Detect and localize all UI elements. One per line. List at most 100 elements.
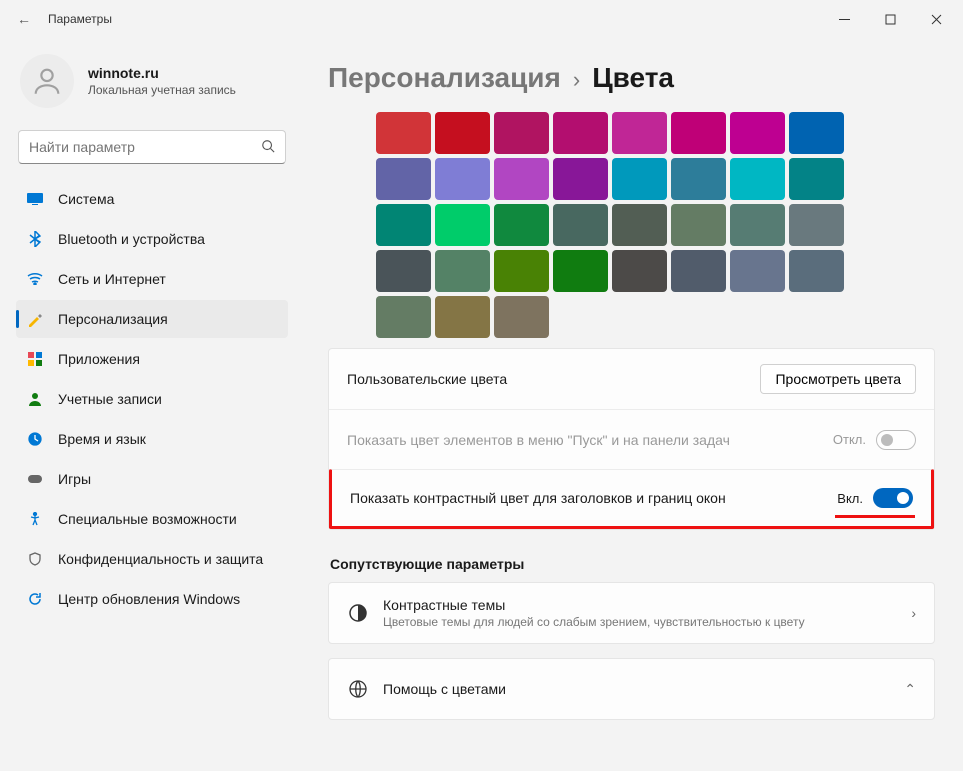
apps-icon — [26, 350, 44, 368]
bluetooth-icon — [26, 230, 44, 248]
sidebar-item-apps[interactable]: Приложения — [16, 340, 288, 378]
color-swatch[interactable] — [612, 250, 667, 292]
sidebar-item-label: Игры — [58, 471, 91, 487]
back-button[interactable]: ← — [4, 11, 44, 27]
sidebar-item-system[interactable]: Система — [16, 180, 288, 218]
sidebar-item-accessibility[interactable]: Специальные возможности — [16, 500, 288, 538]
color-swatch[interactable] — [494, 250, 549, 292]
globe-icon — [347, 679, 369, 699]
color-swatch[interactable] — [789, 204, 844, 246]
color-swatch[interactable] — [553, 158, 608, 200]
sidebar-item-gaming[interactable]: Игры — [16, 460, 288, 498]
breadcrumb-parent[interactable]: Персонализация — [328, 62, 561, 94]
color-swatch[interactable] — [612, 158, 667, 200]
profile-name: winnote.ru — [88, 65, 236, 81]
sidebar-item-label: Учетные записи — [58, 391, 162, 407]
sidebar-item-label: Время и язык — [58, 431, 146, 447]
privacy-icon — [26, 550, 44, 568]
breadcrumb-current: Цвета — [592, 62, 674, 94]
gaming-icon — [26, 470, 44, 488]
related-section-title: Сопутствующие параметры — [330, 556, 935, 572]
main-content: Персонализация › Цвета Пользовательские … — [300, 38, 963, 771]
color-swatch[interactable] — [553, 112, 608, 154]
color-swatch[interactable] — [376, 204, 431, 246]
color-swatch[interactable] — [553, 204, 608, 246]
start-taskbar-row: Показать цвет элементов в меню "Пуск" и … — [329, 409, 934, 469]
titlebar: ← Параметры — [0, 0, 963, 38]
sidebar-item-label: Персонализация — [58, 311, 168, 327]
view-colors-button[interactable]: Просмотреть цвета — [760, 364, 916, 394]
color-swatch[interactable] — [789, 250, 844, 292]
color-swatch[interactable] — [435, 296, 490, 338]
color-swatch[interactable] — [376, 158, 431, 200]
breadcrumb: Персонализация › Цвета — [328, 62, 935, 94]
color-swatch[interactable] — [730, 250, 785, 292]
color-swatch[interactable] — [671, 112, 726, 154]
chevron-right-icon: › — [911, 605, 916, 621]
start-taskbar-toggle — [876, 430, 916, 450]
search-box[interactable] — [18, 130, 286, 164]
color-swatch[interactable] — [612, 204, 667, 246]
start-taskbar-state: Откл. — [833, 432, 866, 447]
start-taskbar-label: Показать цвет элементов в меню "Пуск" и … — [347, 432, 819, 448]
contrast-themes-sub: Цветовые темы для людей со слабым зрение… — [383, 615, 897, 629]
window-title: Параметры — [48, 12, 112, 26]
highlight-underline — [835, 515, 915, 518]
update-icon — [26, 590, 44, 608]
sidebar-item-network[interactable]: Сеть и Интернет — [16, 260, 288, 298]
custom-colors-label: Пользовательские цвета — [347, 371, 746, 387]
color-swatch[interactable] — [435, 250, 490, 292]
color-swatch[interactable] — [494, 112, 549, 154]
profile-sub: Локальная учетная запись — [88, 83, 236, 97]
color-settings-card: Пользовательские цвета Просмотреть цвета… — [328, 348, 935, 530]
search-input[interactable] — [29, 139, 261, 155]
title-borders-row: Показать контрастный цвет для заголовков… — [329, 469, 934, 529]
sidebar-item-bluetooth[interactable]: Bluetooth и устройства — [16, 220, 288, 258]
color-swatch[interactable] — [435, 112, 490, 154]
title-borders-toggle[interactable] — [873, 488, 913, 508]
avatar — [20, 54, 74, 108]
sidebar-item-label: Сеть и Интернет — [58, 271, 166, 287]
color-swatch[interactable] — [671, 250, 726, 292]
color-swatch[interactable] — [730, 204, 785, 246]
color-swatch[interactable] — [671, 204, 726, 246]
minimize-button[interactable] — [821, 4, 867, 34]
sidebar-item-privacy[interactable]: Конфиденциальность и защита — [16, 540, 288, 578]
maximize-button[interactable] — [867, 4, 913, 34]
color-swatch[interactable] — [730, 112, 785, 154]
color-swatch[interactable] — [494, 296, 549, 338]
color-swatch[interactable] — [730, 158, 785, 200]
color-swatch[interactable] — [789, 112, 844, 154]
profile[interactable]: winnote.ru Локальная учетная запись — [12, 48, 292, 126]
sidebar-item-personalization[interactable]: Персонализация — [16, 300, 288, 338]
chevron-up-icon: ⌃ — [904, 681, 916, 698]
color-swatch[interactable] — [376, 112, 431, 154]
sidebar-item-label: Приложения — [58, 351, 140, 367]
sidebar-item-label: Конфиденциальность и защита — [58, 551, 263, 567]
color-swatch[interactable] — [612, 112, 667, 154]
contrast-icon — [347, 603, 369, 623]
accessibility-icon — [26, 510, 44, 528]
close-button[interactable] — [913, 4, 959, 34]
help-colors-label: Помощь с цветами — [383, 681, 890, 697]
color-swatch[interactable] — [553, 250, 608, 292]
help-colors-card[interactable]: Помощь с цветами ⌃ — [328, 658, 935, 720]
color-swatch[interactable] — [435, 158, 490, 200]
title-borders-label: Показать контрастный цвет для заголовков… — [350, 490, 823, 506]
color-swatch[interactable] — [494, 204, 549, 246]
sidebar-item-update[interactable]: Центр обновления Windows — [16, 580, 288, 618]
color-swatch[interactable] — [789, 158, 844, 200]
contrast-themes-card[interactable]: Контрастные темы Цветовые темы для людей… — [328, 582, 935, 644]
sidebar-item-time[interactable]: Время и язык — [16, 420, 288, 458]
color-swatch[interactable] — [671, 158, 726, 200]
contrast-themes-label: Контрастные темы — [383, 597, 897, 613]
search-icon — [261, 139, 275, 156]
color-swatch[interactable] — [376, 250, 431, 292]
color-swatch[interactable] — [376, 296, 431, 338]
sidebar-item-accounts[interactable]: Учетные записи — [16, 380, 288, 418]
sidebar-item-label: Специальные возможности — [58, 511, 237, 527]
color-palette — [376, 112, 935, 338]
chevron-right-icon: › — [573, 67, 580, 93]
color-swatch[interactable] — [494, 158, 549, 200]
color-swatch[interactable] — [435, 204, 490, 246]
